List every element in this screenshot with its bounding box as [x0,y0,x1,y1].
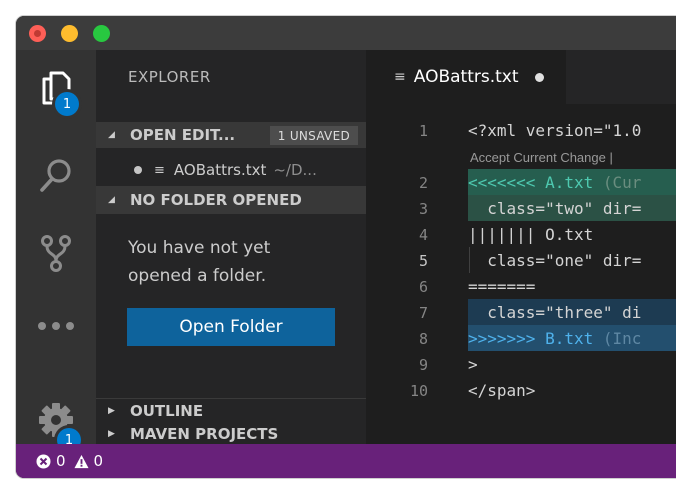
conflict-current-marker-line: <<<<<<< A.txt (Cur [468,169,676,195]
error-count: 0 [56,452,66,470]
manage-activity-button[interactable]: 1 [16,390,96,452]
source-control-icon [41,235,71,272]
status-bar: 0 0 [16,444,676,478]
sidebar-title: EXPLORER [128,68,211,86]
line-number: 6 [418,278,428,296]
current-suffix: (Cur [593,172,642,192]
code-line: class="three" di [468,299,676,325]
open-editors-label: OPEN EDIT... [130,126,236,144]
explorer-sidebar: EXPLORER ◢ OPEN EDIT... 1 UNSAVED ≡ AOBa… [96,50,366,444]
tab-aobattrs[interactable]: ≡ AOBattrs.txt [366,50,566,104]
no-folder-label: NO FOLDER OPENED [130,191,302,209]
chevron-right-icon: ▶ [108,405,115,416]
indent-guide [469,247,470,273]
more-icon [38,322,74,330]
search-activity-button[interactable] [16,146,96,206]
editor-pane: ≡ AOBattrs.txt 1 2 3 4 5 6 7 8 9 10 <?xm… [366,50,676,444]
open-editor-item[interactable]: ≡ AOBattrs.txt ~/D... [96,156,366,184]
code-editor[interactable]: 1 2 3 4 5 6 7 8 9 10 <?xml version="1.0 … [366,104,676,444]
code-line: ======= [468,276,536,296]
maven-label: MAVEN PROJECTS [130,424,279,443]
tab-bar: ≡ AOBattrs.txt [366,50,676,104]
unsaved-dot-icon [134,166,142,174]
incoming-suffix: (Inc [593,328,642,348]
vscode-window: 1 1 EXPLORER ◢ OPEN EDIT... 1 UNSAVED ≡ … [16,16,676,478]
merge-codelens[interactable]: Accept Current Change | [470,150,613,166]
chevron-down-icon: ◢ [108,130,115,140]
close-window-button[interactable] [29,25,46,42]
error-icon [36,454,51,469]
line-number: 3 [418,200,428,218]
minimize-window-button[interactable] [61,25,78,42]
open-editor-path: ~/D... [273,161,317,179]
incoming-filename: B.txt [545,328,594,348]
code-line: ||||||| O.txt [468,224,594,244]
chevron-down-icon: ◢ [108,195,115,205]
more-activity-button[interactable] [16,296,96,356]
line-number: 7 [418,304,428,322]
activity-bar: 1 1 [16,50,96,452]
unsaved-dot-icon[interactable] [534,72,544,82]
conflict-incoming-marker-line: >>>>>>> B.txt (Inc [468,325,676,351]
outline-label: OUTLINE [130,401,204,420]
line-number: 1 [418,122,428,140]
outline-section-header[interactable]: ▶ OUTLINE [96,399,366,422]
text-file-icon: ≡ [154,162,165,178]
no-folder-message: You have not yet opened a folder. [128,238,271,286]
zoom-window-button[interactable] [93,25,110,42]
line-number: 9 [418,356,428,374]
open-editor-filename: AOBattrs.txt [173,161,267,179]
code-line: > [468,354,478,374]
no-folder-section-header[interactable]: ◢ NO FOLDER OPENED [96,186,366,214]
title-bar [16,16,676,50]
open-editors-section-header[interactable]: ◢ OPEN EDIT... 1 UNSAVED [96,122,366,148]
chevron-right-icon: ▶ [108,428,115,439]
problems-status[interactable]: 0 0 [36,452,103,470]
warning-icon [74,454,89,469]
explorer-badge: 1 [55,92,79,116]
line-number: 8 [418,330,428,348]
warning-count: 0 [93,452,104,470]
line-number: 10 [409,382,428,400]
maven-section-header[interactable]: ▶ MAVEN PROJECTS [96,422,366,445]
code-line: </span> [468,380,536,400]
current-marker: <<<<<<< [468,172,546,192]
source-control-activity-button[interactable] [16,224,96,284]
line-number: 5 [418,252,428,270]
tab-label: AOBattrs.txt [413,67,519,87]
open-folder-button[interactable]: Open Folder [127,308,335,346]
text-file-icon: ≡ [394,69,406,85]
code-line: class="one" dir= [468,250,642,270]
explorer-activity-button[interactable]: 1 [16,58,96,118]
code-line: <?xml version="1.0 [468,120,642,140]
bottom-sections: ▶ OUTLINE ▶ MAVEN PROJECTS [96,398,366,445]
unsaved-badge: 1 UNSAVED [269,126,358,145]
line-number: 4 [418,226,428,244]
line-number: 2 [418,174,428,192]
incoming-marker: >>>>>>> [468,328,546,348]
search-icon [40,159,71,192]
code-line: class="two" dir= [468,195,676,221]
line-number-gutter: 1 2 3 4 5 6 7 8 9 10 [366,104,446,444]
current-filename: A.txt [545,172,594,192]
